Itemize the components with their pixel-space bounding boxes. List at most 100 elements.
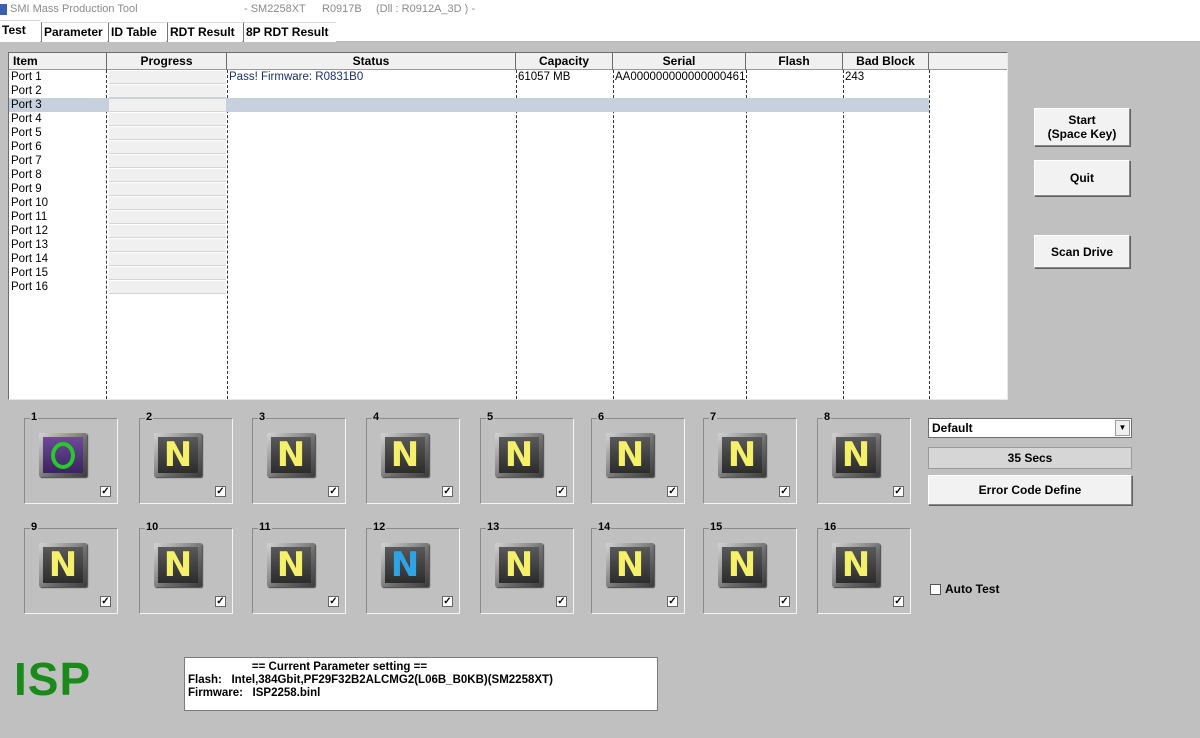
col-status[interactable]: Status	[227, 53, 516, 70]
table-row[interactable]: Port 1 Pass! Firmware: R0831B0 61057 MB AA0…	[9, 70, 1007, 84]
cell-flash	[748, 70, 841, 84]
table-row[interactable]: Port 14	[9, 252, 1007, 266]
port-enable-checkbox[interactable]: ✓	[779, 486, 790, 497]
col-bad-block[interactable]: Bad Block	[843, 53, 929, 70]
isp-mode-label: ISP	[14, 653, 92, 705]
port-tile[interactable]: 5 N ✓	[480, 411, 574, 504]
table-row[interactable]: Port 10	[9, 196, 1007, 210]
port-enable-checkbox[interactable]: ✓	[779, 596, 790, 607]
table-row[interactable]: Port 6	[9, 140, 1007, 154]
start-button[interactable]: Start (Space Key)	[1034, 108, 1130, 146]
table-row[interactable]: Port 9	[9, 182, 1007, 196]
port-tile[interactable]: 1 ✓	[24, 411, 118, 504]
port-number: 2	[145, 411, 154, 423]
tab-bar: Test Parameter ID Table RDT Result 8P RD…	[0, 20, 1200, 42]
status-letter: N	[841, 545, 871, 585]
scan-drive-button[interactable]: Scan Drive	[1034, 235, 1130, 268]
col-progress[interactable]: Progress	[107, 53, 227, 70]
port-enable-checkbox[interactable]: ✓	[215, 596, 226, 607]
port-tile[interactable]: 11 N ✓	[252, 521, 346, 614]
tab-id-table[interactable]: ID Table	[108, 22, 166, 42]
cell-serial	[615, 224, 745, 238]
cell-bad-block	[845, 126, 927, 140]
checkbox-icon[interactable]	[930, 583, 941, 595]
table-row[interactable]: Port 3	[9, 98, 929, 112]
port-enable-checkbox[interactable]: ✓	[100, 486, 111, 497]
port-tile[interactable]: 8 N ✓	[817, 411, 911, 504]
cell-item: Port 4	[11, 113, 42, 125]
col-serial[interactable]: Serial	[613, 53, 746, 70]
port-enable-checkbox[interactable]: ✓	[667, 596, 678, 607]
port-enable-checkbox[interactable]: ✓	[556, 596, 567, 607]
table-row[interactable]: Port 12	[9, 224, 1007, 238]
idle-status-icon: N	[606, 433, 654, 477]
port-tile[interactable]: 14 N ✓	[591, 521, 685, 614]
table-row[interactable]: Port 8	[9, 168, 1007, 182]
cell-item: Port 6	[11, 141, 42, 153]
port-enable-checkbox[interactable]: ✓	[215, 486, 226, 497]
tab-parameter[interactable]: Parameter	[41, 22, 107, 42]
port-enable-checkbox[interactable]: ✓	[667, 486, 678, 497]
cell-serial	[615, 98, 745, 112]
chevron-down-icon[interactable]: ▼	[1115, 420, 1130, 436]
cell-capacity	[518, 196, 611, 210]
cell-serial	[615, 84, 745, 98]
profile-dropdown[interactable]: Default ▼	[928, 418, 1132, 438]
port-enable-checkbox[interactable]: ✓	[442, 596, 453, 607]
port-number: 15	[709, 521, 724, 533]
status-letter: N	[615, 435, 645, 475]
cell-capacity	[518, 140, 611, 154]
port-enable-checkbox[interactable]: ✓	[442, 486, 453, 497]
auto-test-checkbox[interactable]: Auto Test	[930, 582, 999, 596]
table-row[interactable]: Port 13	[9, 238, 1007, 252]
port-tile[interactable]: 12 N ✓	[366, 521, 460, 614]
port-number: 11	[258, 521, 272, 533]
tab-8p-rdt-result[interactable]: 8P RDT Result	[243, 22, 336, 42]
table-row[interactable]: Port 5	[9, 126, 1007, 140]
port-tile[interactable]: 16 N ✓	[817, 521, 911, 614]
port-enable-checkbox[interactable]: ✓	[556, 486, 567, 497]
table-header: Item Progress Status Capacity Serial Fla…	[9, 53, 1007, 70]
tab-test[interactable]: Test	[0, 20, 40, 42]
port-tile[interactable]: 6 N ✓	[591, 411, 685, 504]
port-enable-checkbox[interactable]: ✓	[893, 596, 904, 607]
port-enable-checkbox[interactable]: ✓	[893, 486, 904, 497]
port-tile[interactable]: 13 N ✓	[480, 521, 574, 614]
port-tile[interactable]: 3 N ✓	[252, 411, 346, 504]
col-item[interactable]: Item	[9, 53, 107, 70]
table-row[interactable]: Port 15	[9, 266, 1007, 280]
col-flash[interactable]: Flash	[746, 53, 843, 70]
port-tile[interactable]: 9 N ✓	[24, 521, 118, 614]
table-row[interactable]: Port 7	[9, 154, 1007, 168]
title-bar: SMI Mass Production Tool - SM2258XT R091…	[0, 0, 1200, 20]
cell-item: Port 15	[11, 267, 49, 279]
port-tile[interactable]: 2 N ✓	[139, 411, 233, 504]
port-tile[interactable]: 10 N ✓	[139, 521, 233, 614]
table-row[interactable]: Port 16	[9, 280, 1007, 294]
cell-bad-block	[845, 266, 927, 280]
port-status-table[interactable]: Item Progress Status Capacity Serial Fla…	[8, 52, 1008, 400]
cell-serial	[615, 154, 745, 168]
port-enable-checkbox[interactable]: ✓	[328, 596, 339, 607]
table-row[interactable]: Port 4	[9, 112, 1007, 126]
tab-rdt-result[interactable]: RDT Result	[167, 22, 242, 42]
port-tile[interactable]: 4 N ✓	[366, 411, 460, 504]
tool-version: R0917B	[322, 3, 362, 15]
cell-item: Port 16	[11, 281, 49, 293]
cell-bad-block	[845, 168, 927, 182]
app-title: SMI Mass Production Tool	[10, 3, 138, 15]
port-tile[interactable]: 15 N ✓	[703, 521, 797, 614]
cell-serial	[615, 140, 745, 154]
table-row[interactable]: Port 11	[9, 210, 1007, 224]
cell-capacity	[518, 182, 611, 196]
port-tile[interactable]: 7 N ✓	[703, 411, 797, 504]
port-enable-checkbox[interactable]: ✓	[100, 596, 111, 607]
cell-serial	[615, 238, 745, 252]
error-code-define-button[interactable]: Error Code Define	[928, 475, 1132, 505]
col-capacity[interactable]: Capacity	[516, 53, 613, 70]
quit-button[interactable]: Quit	[1034, 160, 1130, 196]
idle-status-icon: N	[154, 433, 202, 477]
table-row[interactable]: Port 2	[9, 84, 1007, 98]
cell-capacity: 61057 MB	[518, 71, 571, 83]
port-enable-checkbox[interactable]: ✓	[328, 486, 339, 497]
